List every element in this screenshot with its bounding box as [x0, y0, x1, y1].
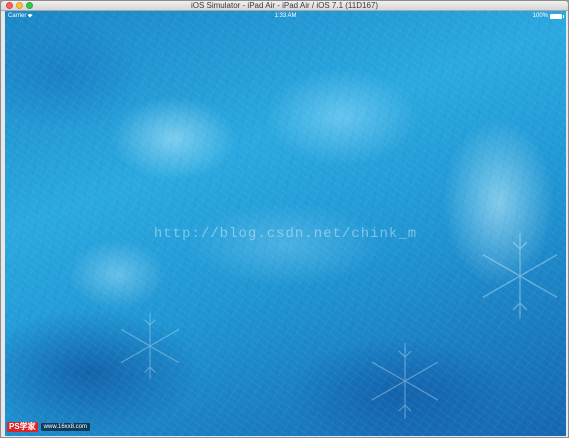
site-logo-badge: PS学家 www.16xx8.com — [7, 422, 91, 432]
status-time: 1:33 AM — [274, 13, 297, 19]
watermark-text: http://blog.csdn.net/chink_m — [153, 226, 418, 242]
ipad-screen[interactable]: Carrier 1:33 AM 100% http://blog.csdn.ne… — [5, 11, 566, 436]
logo-mark: PS学家 — [7, 422, 38, 432]
ios-status-bar: Carrier 1:33 AM 100% — [5, 11, 566, 21]
snowflake-icon — [371, 343, 439, 419]
ice-texture-overlay — [5, 11, 566, 436]
simulator-window: iOS Simulator - iPad Air - iPad Air / iO… — [0, 0, 569, 438]
battery-icon — [550, 14, 564, 19]
window-titlebar[interactable]: iOS Simulator - iPad Air - iPad Air / iO… — [1, 1, 568, 11]
logo-url: www.16xx8.com — [40, 423, 91, 431]
battery-percent: 100% — [532, 13, 548, 19]
snowflake-icon — [120, 312, 180, 380]
snowflake-icon — [482, 233, 558, 319]
window-title: iOS Simulator - iPad Air - iPad Air / iO… — [190, 1, 379, 10]
